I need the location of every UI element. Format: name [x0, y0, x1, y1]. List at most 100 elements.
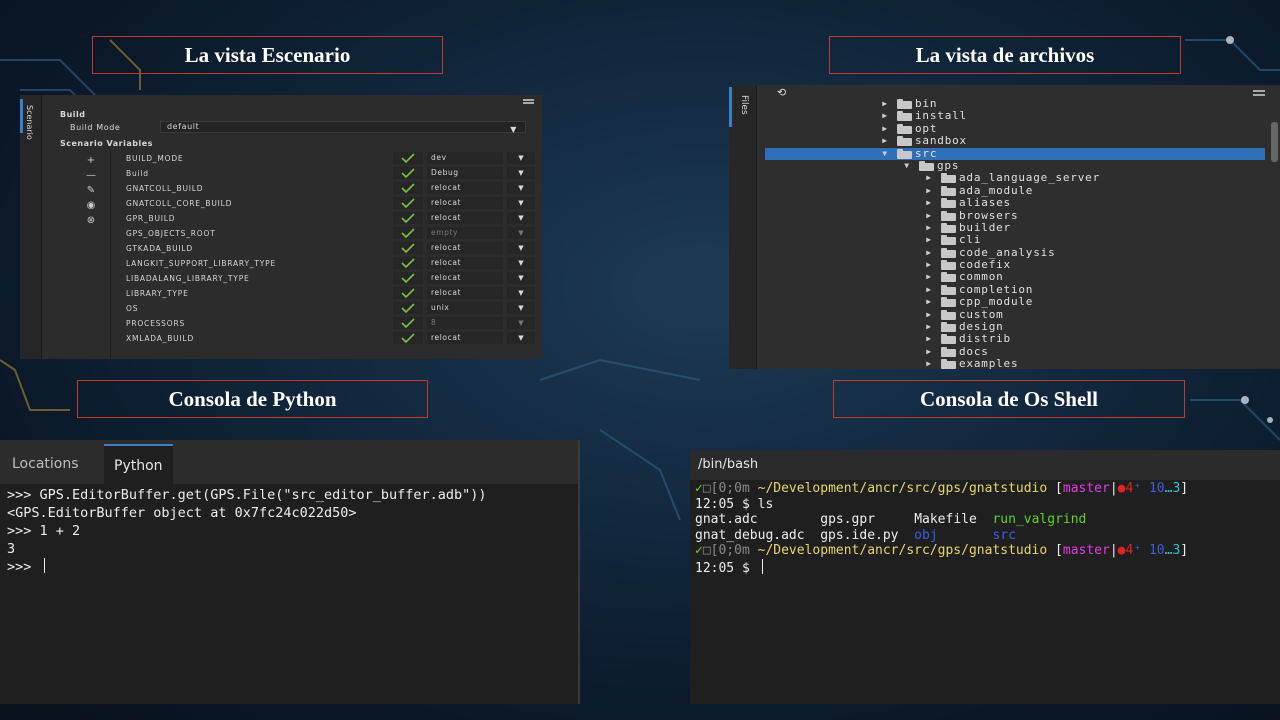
chevron-right-icon[interactable]: ▶ [880, 135, 890, 147]
tree-node[interactable]: ▶ ada_module [765, 184, 1265, 197]
chevron-right-icon[interactable]: ▶ [924, 259, 934, 271]
build-mode-combo[interactable]: default ▼ [160, 121, 526, 134]
chevron-right-icon[interactable]: ▶ [924, 172, 934, 184]
tree-node[interactable]: ▶ examples [765, 357, 1265, 369]
variable-value[interactable]: empty [427, 227, 503, 239]
python-console-output[interactable]: >>> GPS.EditorBuffer.get(GPS.File("src_e… [7, 486, 487, 576]
chevron-right-icon[interactable]: ▶ [880, 110, 890, 122]
scenario-side-tab[interactable]: Scenario [20, 95, 42, 359]
scenario-variable-row[interactable]: GNATCOLL_BUILD relocat ▼ [111, 181, 542, 196]
tree-node[interactable]: ▶ bin [765, 97, 1265, 110]
tree-node[interactable]: ▶ install [765, 109, 1265, 122]
remove-icon[interactable]: — [78, 168, 104, 183]
menu-icon[interactable] [1253, 90, 1265, 96]
chevron-right-icon[interactable]: ▶ [924, 247, 934, 259]
scenario-variable-row[interactable]: OS unix ▼ [111, 301, 542, 316]
scenario-variable-row[interactable]: LIBRARY_TYPE relocat ▼ [111, 286, 542, 301]
tab-locations[interactable]: Locations [2, 444, 89, 484]
variable-value[interactable]: Debug [427, 167, 503, 179]
tree-node[interactable]: ▶ opt [765, 122, 1265, 135]
chevron-right-icon[interactable]: ▶ [924, 210, 934, 222]
scenario-variable-row[interactable]: LANGKIT_SUPPORT_LIBRARY_TYPE relocat ▼ [111, 256, 542, 271]
chevron-right-icon[interactable]: ▶ [924, 346, 934, 358]
chevron-down-icon[interactable]: ▼ [507, 152, 535, 164]
scenario-variable-row[interactable]: Build Debug ▼ [111, 166, 542, 181]
variable-name: GPR_BUILD [126, 214, 176, 223]
scenario-variable-row[interactable]: LIBADALANG_LIBRARY_TYPE relocat ▼ [111, 271, 542, 286]
variable-value[interactable]: relocat [427, 287, 503, 299]
tree-node[interactable]: ▶ design [765, 320, 1265, 333]
scenario-variable-row[interactable]: BUILD_MODE dev ▼ [111, 151, 542, 166]
chevron-right-icon[interactable]: ▶ [924, 271, 934, 283]
variable-value[interactable]: relocat [427, 272, 503, 284]
chevron-down-icon[interactable]: ▼ [507, 317, 535, 329]
chevron-right-icon[interactable]: ▶ [924, 234, 934, 246]
tree-node[interactable]: ▶ custom [765, 308, 1265, 321]
tree-node[interactable]: ▶ cli [765, 233, 1265, 246]
chevron-down-icon[interactable]: ▼ [507, 242, 535, 254]
tree-node[interactable]: ▶ browsers [765, 209, 1265, 222]
chevron-down-icon[interactable]: ▼ [507, 197, 535, 209]
chevron-down-icon[interactable]: ▼ [507, 182, 535, 194]
chevron-right-icon[interactable]: ▶ [924, 333, 934, 345]
tree-node[interactable]: ▶ aliases [765, 196, 1265, 209]
chevron-down-icon[interactable]: ▼ [507, 332, 535, 344]
scenario-variable-row[interactable]: GPS_OBJECTS_ROOT empty ▼ [111, 226, 542, 241]
edit-icon[interactable]: ✎ [78, 183, 104, 198]
variable-value[interactable]: relocat [427, 197, 503, 209]
tab-python[interactable]: Python [104, 444, 173, 484]
variable-value[interactable]: dev [427, 152, 503, 164]
tab-bin-bash[interactable]: /bin/bash [690, 450, 766, 480]
scenario-variable-row[interactable]: GTKADA_BUILD relocat ▼ [111, 241, 542, 256]
chevron-right-icon[interactable]: ▶ [924, 358, 934, 369]
tree-node[interactable]: ▶ sandbox [765, 134, 1265, 147]
shell-input-line[interactable]: 12:05 $ [695, 558, 1188, 576]
tree-node[interactable]: ▶ builder [765, 221, 1265, 234]
chevron-down-icon[interactable]: ▼ [507, 212, 535, 224]
variable-value[interactable]: relocat [427, 257, 503, 269]
shell-console-output[interactable]: ✓□[0;0m ~/Development/ancr/src/gps/gnats… [695, 481, 1188, 576]
tree-node[interactable]: ▼ src [765, 147, 1265, 160]
chevron-down-icon[interactable]: ▼ [507, 167, 535, 179]
chevron-right-icon[interactable]: ▶ [924, 321, 934, 333]
variable-value[interactable]: relocat [427, 212, 503, 224]
variable-value[interactable]: 8 [427, 317, 503, 329]
variable-value[interactable]: relocat [427, 182, 503, 194]
scenario-variable-row[interactable]: GNATCOLL_CORE_BUILD relocat ▼ [111, 196, 542, 211]
chevron-right-icon[interactable]: ▶ [880, 98, 890, 110]
chevron-down-icon[interactable]: ▼ [507, 302, 535, 314]
tree-node[interactable]: ▶ ada_language_server [765, 171, 1265, 184]
variable-value[interactable]: relocat [427, 242, 503, 254]
tree-node[interactable]: ▶ common [765, 271, 1265, 284]
scenario-view: Scenario Build Build Mode default ▼ Scen… [20, 95, 542, 359]
tree-node[interactable]: ▶ distrib [765, 333, 1265, 346]
variable-value[interactable]: relocat [427, 332, 503, 344]
chevron-down-icon[interactable]: ▼ [507, 272, 535, 284]
chevron-right-icon[interactable]: ▶ [924, 197, 934, 209]
cancel-icon[interactable]: ⊗ [78, 213, 104, 228]
scenario-variable-row[interactable]: PROCESSORS 8 ▼ [111, 316, 542, 331]
chevron-down-icon[interactable]: ▼ [507, 257, 535, 269]
menu-icon[interactable] [523, 99, 534, 104]
variable-value[interactable]: unix [427, 302, 503, 314]
chevron-right-icon[interactable]: ▶ [880, 123, 890, 135]
console-line: <GPS.EditorBuffer object at 0x7fc24c022d… [7, 505, 357, 521]
add-icon[interactable]: + [78, 153, 104, 168]
chevron-right-icon[interactable]: ▶ [924, 309, 934, 321]
chevron-right-icon[interactable]: ▶ [924, 296, 934, 308]
chevron-down-icon[interactable]: ▼ [902, 160, 912, 172]
scenario-variable-row[interactable]: XMLADA_BUILD relocat ▼ [111, 331, 542, 346]
chevron-down-icon[interactable]: ▼ [880, 148, 890, 160]
tree-node[interactable]: ▶ code_analysis [765, 246, 1265, 259]
tree-node[interactable]: ▶ codefix [765, 258, 1265, 271]
files-side-tab[interactable]: Files [729, 85, 757, 369]
chevron-right-icon[interactable]: ▶ [924, 222, 934, 234]
chevron-right-icon[interactable]: ▶ [924, 284, 934, 296]
scrollbar[interactable] [1271, 122, 1278, 162]
chevron-down-icon[interactable]: ▼ [507, 287, 535, 299]
chevron-down-icon[interactable]: ▼ [507, 227, 535, 239]
tree-node[interactable]: ▶ cpp_module [765, 295, 1265, 308]
chevron-right-icon[interactable]: ▶ [924, 185, 934, 197]
apply-icon[interactable]: ◉ [78, 198, 104, 213]
scenario-variable-row[interactable]: GPR_BUILD relocat ▼ [111, 211, 542, 226]
